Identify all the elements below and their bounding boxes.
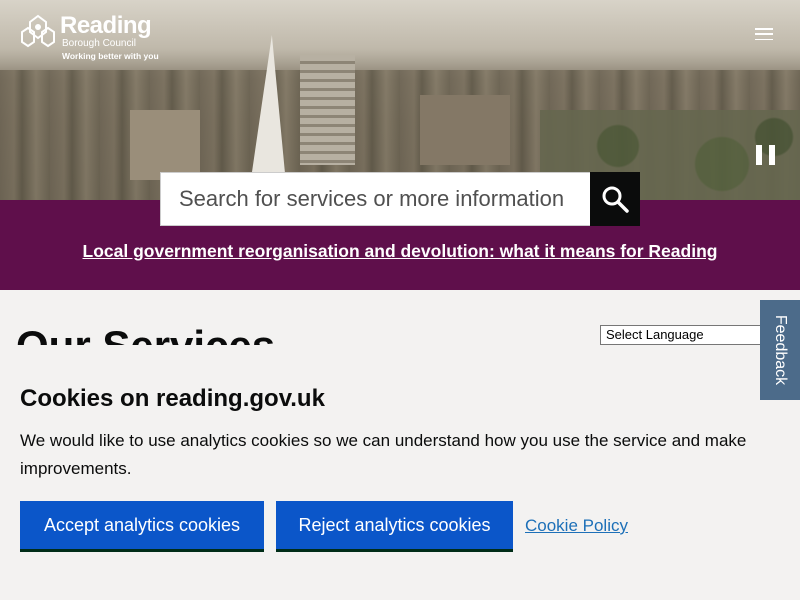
- accept-cookies-button[interactable]: Accept analytics cookies: [20, 501, 264, 549]
- council-logo-icon: [21, 14, 55, 48]
- search-bar: [160, 172, 640, 226]
- logo-subtitle: Borough Council: [62, 38, 136, 49]
- page-title: Our Services: [16, 322, 276, 346]
- cookie-heading: Cookies on reading.gov.uk: [20, 385, 325, 412]
- feedback-label: Feedback: [772, 314, 790, 386]
- logo-tagline: Working better with you: [62, 51, 159, 61]
- search-input[interactable]: [160, 172, 590, 226]
- language-select[interactable]: Select Language: [600, 325, 770, 345]
- site-logo[interactable]: Reading Borough Council Working better w…: [20, 14, 159, 61]
- search-icon: [602, 186, 629, 213]
- pause-icon[interactable]: [756, 145, 776, 165]
- reorganisation-link[interactable]: Local government reorganisation and devo…: [0, 241, 800, 262]
- hero-image: Reading Borough Council Working better w…: [0, 0, 800, 200]
- cookie-policy-link[interactable]: Cookie Policy: [525, 516, 628, 536]
- logo-title: Reading: [60, 12, 152, 39]
- hamburger-menu-icon[interactable]: [755, 28, 773, 42]
- feedback-tab[interactable]: Feedback: [760, 300, 800, 400]
- cookie-banner: Cookies on reading.gov.uk We would like …: [0, 345, 800, 600]
- reject-cookies-button[interactable]: Reject analytics cookies: [276, 501, 513, 549]
- search-button[interactable]: [590, 172, 640, 226]
- cookie-message: We would like to use analytics cookies s…: [20, 431, 747, 478]
